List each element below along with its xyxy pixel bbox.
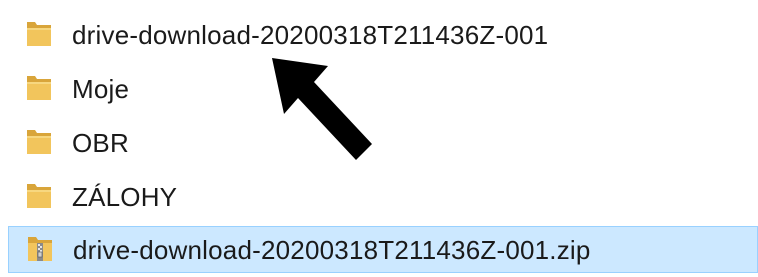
list-item[interactable]: Moje: [0, 64, 758, 114]
list-item[interactable]: drive-download-20200318T211436Z-001: [0, 10, 758, 60]
file-name: Moje: [72, 74, 130, 104]
file-name: drive-download-20200318T211436Z-001.zip: [73, 235, 591, 265]
folder-icon: [27, 76, 51, 100]
file-name: OBR: [72, 128, 129, 158]
annotation-arrow-icon: [272, 58, 372, 160]
folder-icon: [27, 130, 51, 154]
file-name: ZÁLOHY: [72, 182, 178, 212]
zip-folder-icon: [28, 237, 52, 261]
list-item[interactable]: ZÁLOHY: [0, 172, 758, 222]
list-item-selected[interactable]: drive-download-20200318T211436Z-001.zip: [8, 226, 758, 273]
list-item[interactable]: OBR: [0, 118, 758, 168]
folder-icon: [27, 22, 51, 46]
folder-icon: [27, 184, 51, 208]
file-list: drive-download-20200318T211436Z-001 Moje…: [0, 0, 758, 273]
